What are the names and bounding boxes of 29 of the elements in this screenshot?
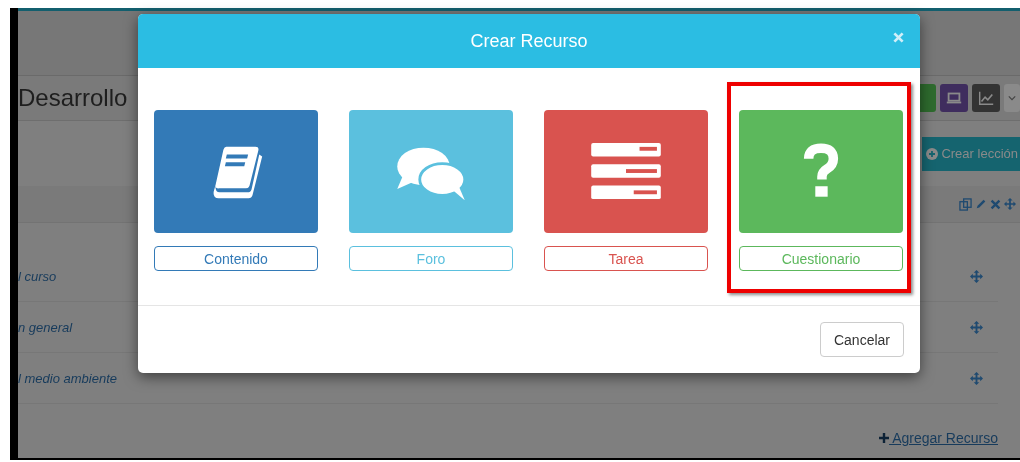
resource-button[interactable]: Contenido	[154, 246, 318, 271]
create-lesson-button[interactable]: Crear lección	[922, 136, 1020, 171]
move-icon[interactable]	[970, 371, 983, 385]
chart-icon[interactable]	[972, 84, 1000, 112]
resource-tile[interactable]	[544, 110, 708, 233]
move-icon[interactable]	[970, 320, 983, 334]
close-icon[interactable]	[990, 198, 1001, 210]
laptop-icon[interactable]	[940, 84, 968, 112]
cancel-button[interactable]: Cancelar	[819, 322, 904, 357]
caret-icon[interactable]	[1004, 84, 1020, 112]
pencil-icon[interactable]	[975, 198, 987, 210]
resource-title[interactable]: l medio ambiente	[18, 370, 117, 386]
add-resource-link[interactable]: Agregar Recurso	[879, 430, 998, 446]
resource-tile[interactable]	[349, 110, 513, 233]
plus-icon	[879, 433, 890, 443]
resource-title[interactable]: n general	[18, 319, 73, 335]
list-icon	[590, 142, 662, 201]
resource-button[interactable]: Foro	[349, 246, 513, 271]
dialog-title: Crear Recurso	[470, 30, 588, 52]
move-icon[interactable]	[970, 269, 983, 283]
copy-icon[interactable]	[959, 197, 972, 211]
resource-tile[interactable]	[739, 110, 903, 233]
move-icon[interactable]	[1004, 198, 1016, 210]
page-title: Desarrollo	[18, 84, 128, 112]
resource-button[interactable]: Tarea	[544, 246, 708, 271]
resource-tile[interactable]	[154, 110, 318, 233]
resource-button[interactable]: Cuestionario	[739, 246, 903, 271]
plus-icon	[926, 147, 939, 160]
resource-title[interactable]: l curso	[18, 268, 57, 284]
